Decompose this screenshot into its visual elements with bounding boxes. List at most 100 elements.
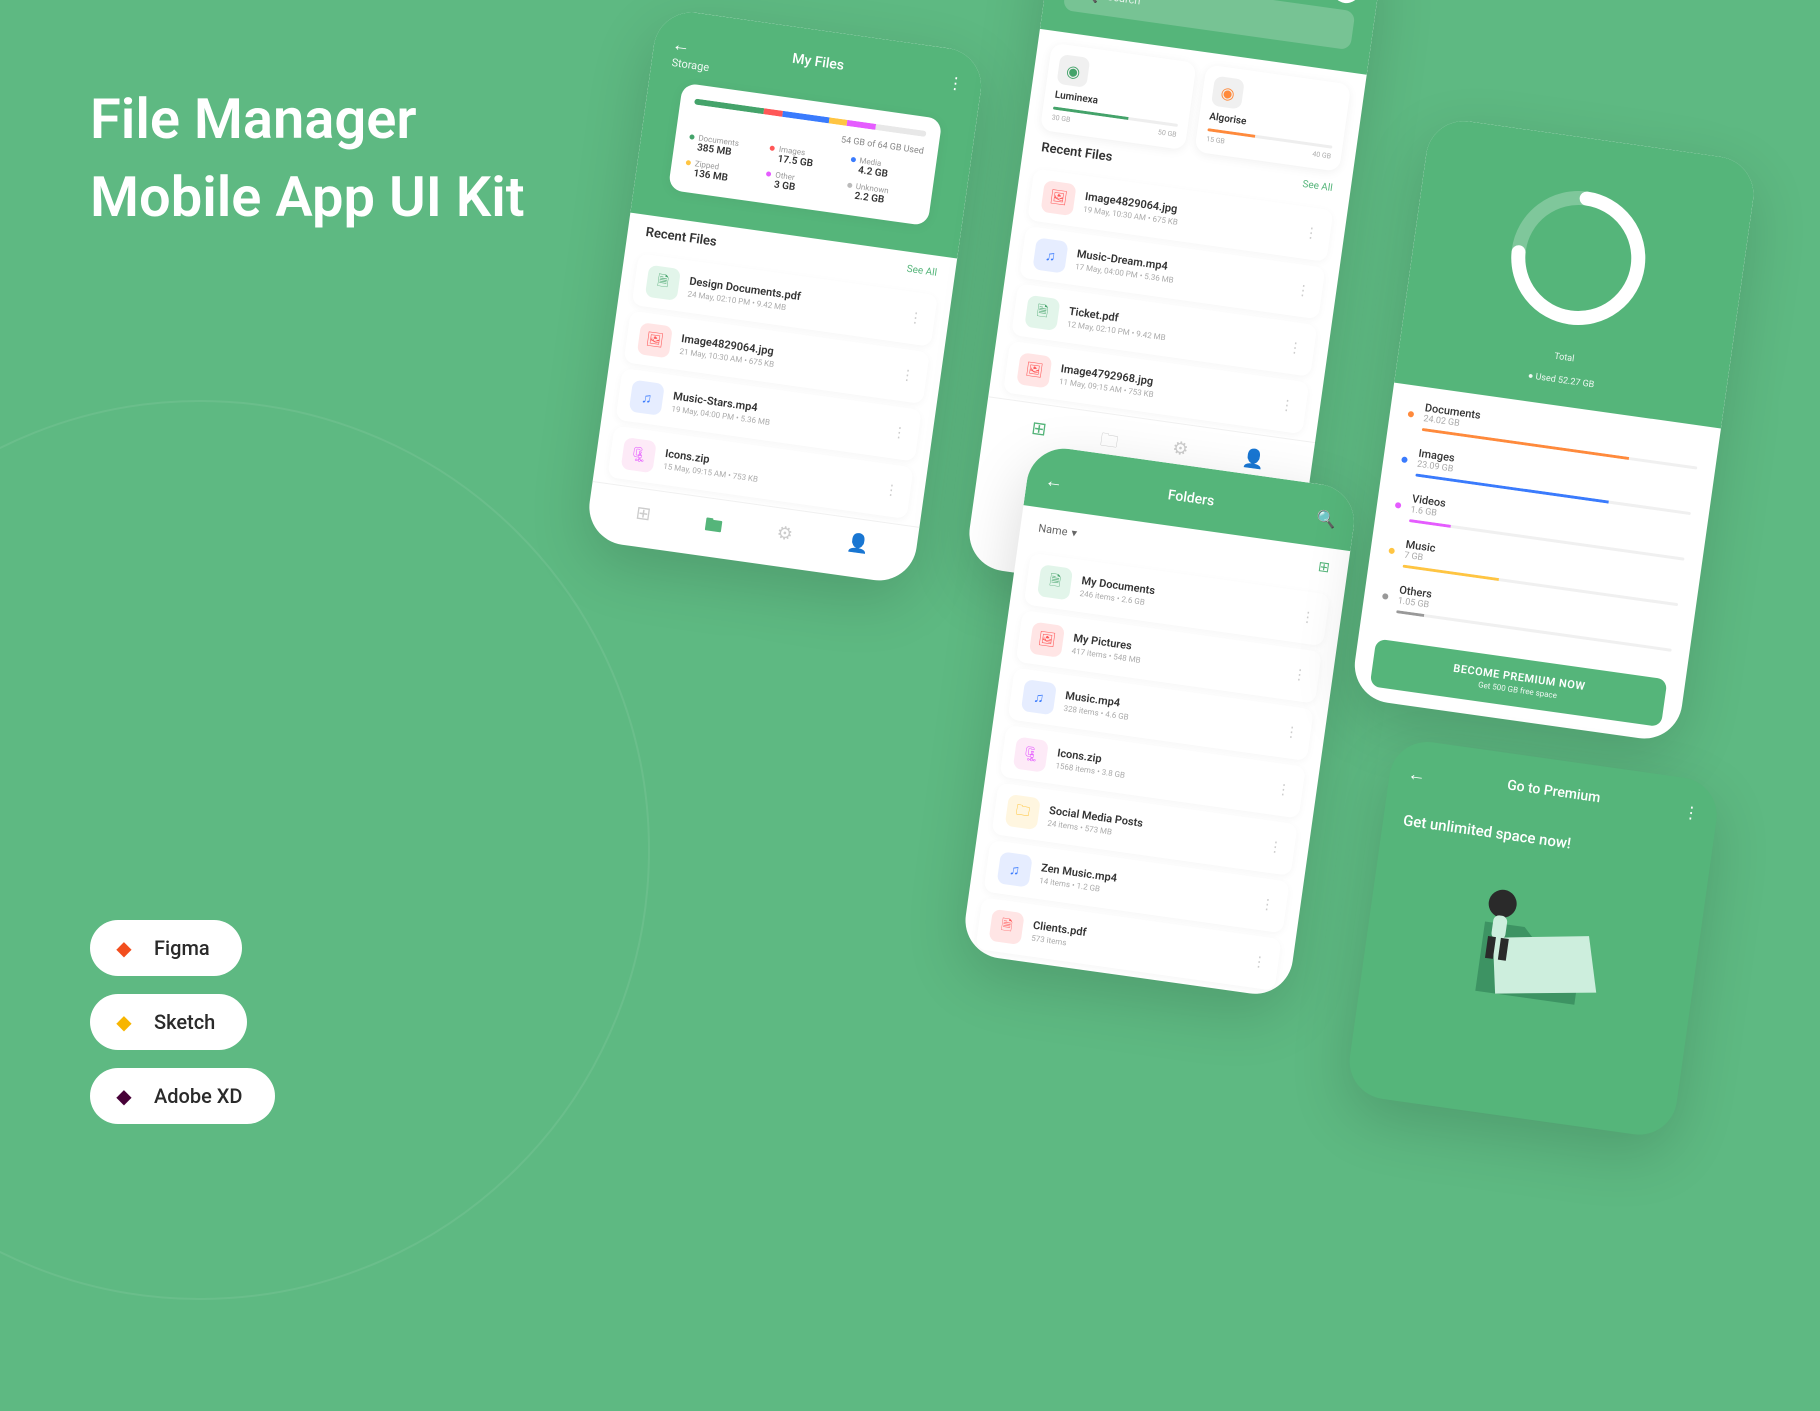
- file-info: Music-Stars.mp419 May, 04:00 PM • 5.36 M…: [671, 389, 884, 442]
- file-info: Image4792968.jpg11 May, 09:15 AM • 753 K…: [1058, 362, 1271, 415]
- promo-title: File Manager Mobile App UI Kit: [90, 80, 525, 237]
- file-info: Image4829064.jpg19 May, 10:30 AM • 675 K…: [1083, 190, 1296, 243]
- grid-view-icon[interactable]: ⊞: [1317, 559, 1331, 576]
- legend-dot: [686, 160, 692, 166]
- legend-dot: [766, 171, 772, 177]
- category-list: Documents24.02 GBImages23.09 GBVideos1.6…: [1360, 383, 1720, 669]
- search-bar[interactable]: 🔍: [1063, 0, 1356, 50]
- file-type-icon: 🖼: [1040, 180, 1076, 216]
- file-info: My Documents246 items • 2.6 GB: [1079, 574, 1292, 627]
- storage-card: 54 GB of 64 GB Used Documents385 MBImage…: [668, 83, 942, 226]
- storage-segment: [694, 98, 764, 114]
- tool-icon: ◆: [110, 934, 138, 962]
- avatar[interactable]: [1331, 0, 1363, 5]
- legend-item: Media4.2 GB: [848, 155, 921, 185]
- cloud-name: Luminexa: [1054, 90, 1180, 118]
- legend-dot: [770, 145, 776, 151]
- cloud-name: Algorise: [1209, 111, 1335, 139]
- category-dot: [1388, 547, 1395, 554]
- more-icon[interactable]: ⋮: [1682, 802, 1700, 823]
- legend-item: Documents385 MB: [687, 132, 760, 162]
- file-more-icon[interactable]: ⋮: [1295, 282, 1311, 300]
- phone-my-files: ← My Files Storage ⋮ 54 GB of 64 GB Used…: [584, 8, 986, 586]
- cloud-logo-icon: ◉: [1211, 76, 1245, 110]
- file-info: Image4829064.jpg21 May, 10:30 AM • 675 K…: [679, 332, 892, 385]
- file-more-icon[interactable]: ⋮: [1267, 839, 1283, 857]
- search-icon[interactable]: 🔍: [1315, 508, 1337, 530]
- file-more-icon[interactable]: ⋮: [1251, 954, 1267, 972]
- file-type-icon: 🖼: [637, 322, 673, 358]
- phone-premium: ← Go to Premium ⋮ Get unlimited space no…: [1345, 737, 1722, 1139]
- storage-segment: [782, 111, 829, 123]
- tool-icon: ◆: [110, 1082, 138, 1110]
- file-info: Zen Music.mp414 items • 1.2 GB: [1039, 861, 1252, 914]
- file-more-icon[interactable]: ⋮: [1303, 225, 1319, 243]
- file-info: Icons.zip1568 items • 3.8 GB: [1055, 746, 1268, 799]
- nav-grid-icon[interactable]: ⊞: [633, 502, 652, 534]
- legend-item: Images17.5 GB: [768, 143, 841, 173]
- file-more-icon[interactable]: ⋮: [1283, 724, 1299, 742]
- back-icon[interactable]: ←: [671, 34, 692, 57]
- file-type-icon: 🗀: [1005, 794, 1041, 830]
- tool-name: Figma: [154, 936, 210, 960]
- file-more-icon[interactable]: ⋮: [899, 367, 915, 385]
- file-more-icon[interactable]: ⋮: [907, 309, 923, 327]
- phone-folders: ← Folders 🔍 Name ▾ ⊞ 🗎My Documents246 it…: [961, 444, 1359, 999]
- file-type-icon: ♫: [1021, 679, 1057, 715]
- see-all-link[interactable]: See All: [906, 264, 938, 279]
- phone-storage: Total ● Used 52.27 GB Documents24.02 GBI…: [1350, 116, 1758, 743]
- title-line-2: Mobile App UI Kit: [90, 158, 525, 236]
- legend-item: Other3 GB: [764, 169, 837, 199]
- file-info: Ticket.pdf12 May, 02:10 PM • 9.42 MB: [1066, 305, 1279, 358]
- back-icon[interactable]: ←: [1406, 763, 1427, 786]
- storage-header: Total ● Used 52.27 GB: [1394, 116, 1758, 428]
- title-line-1: File Manager: [90, 80, 525, 158]
- file-type-icon: 🗎: [1037, 564, 1073, 600]
- search-input[interactable]: [1106, 0, 1340, 35]
- file-more-icon[interactable]: ⋮: [1275, 781, 1291, 799]
- sort-dropdown[interactable]: Name ▾: [1038, 521, 1078, 539]
- tool-badge: ◆Sketch: [90, 994, 247, 1050]
- file-type-icon: 🗎: [989, 909, 1025, 945]
- storage-segment: [847, 120, 876, 130]
- storage-segment: [875, 124, 927, 137]
- legend-dot: [850, 157, 856, 163]
- storage-ring: [1488, 168, 1669, 349]
- cloud-logo-icon: ◉: [1056, 54, 1090, 88]
- file-info: Music.mp4328 items • 4.6 GB: [1063, 689, 1276, 742]
- tool-icon: ◆: [110, 1008, 138, 1036]
- category-dot: [1382, 593, 1389, 600]
- file-more-icon[interactable]: ⋮: [1279, 397, 1295, 415]
- file-info: Music-Dream.mp417 May, 04:00 PM • 5.36 M…: [1075, 247, 1288, 300]
- back-icon[interactable]: ←: [1044, 470, 1065, 493]
- file-more-icon[interactable]: ⋮: [1291, 666, 1307, 684]
- file-info: Design Documents.pdf24 May, 02:10 PM • 9…: [687, 275, 900, 328]
- file-more-icon[interactable]: ⋮: [1300, 609, 1316, 627]
- folders-list: 🗎My Documents246 items • 2.6 GB⋮🖼My Pict…: [961, 551, 1343, 993]
- file-type-icon: 🖼: [1029, 622, 1065, 658]
- myfiles-list: 🗎Design Documents.pdf24 May, 02:10 PM • …: [593, 251, 951, 521]
- file-type-icon: ♫: [1032, 237, 1068, 273]
- file-info: Social Media Posts24 items • 573 MB: [1047, 804, 1260, 857]
- storage-segment: [764, 108, 783, 117]
- home-see-all[interactable]: See All: [1302, 179, 1334, 194]
- tool-badge: ◆ Figma: [90, 920, 242, 976]
- file-info: Clients.pdf573 items: [1031, 919, 1244, 972]
- nav-settings-icon[interactable]: ⚙: [774, 522, 794, 554]
- file-more-icon[interactable]: ⋮: [1287, 340, 1303, 358]
- home-recent-title: Recent Files: [1040, 140, 1113, 165]
- file-type-icon: 🗜: [621, 437, 657, 473]
- file-more-icon[interactable]: ⋮: [883, 482, 899, 500]
- storage-segment: [828, 117, 847, 126]
- nav-profile-icon[interactable]: 👤: [844, 532, 870, 565]
- legend-dot: [847, 183, 853, 189]
- more-icon[interactable]: ⋮: [946, 73, 964, 94]
- category-dot: [1408, 411, 1415, 418]
- file-more-icon[interactable]: ⋮: [1259, 896, 1275, 914]
- phone-mockups: ← My Files Storage ⋮ 54 GB of 64 GB Used…: [489, 0, 1820, 1411]
- file-more-icon[interactable]: ⋮: [891, 424, 907, 442]
- tool-badge: ◆Adobe XD: [90, 1068, 275, 1124]
- search-icon: 🔍: [1078, 0, 1100, 5]
- tool-badges: ◆ Figma ◆Sketch ◆Adobe XD: [90, 920, 275, 1124]
- nav-folder-icon[interactable]: 🖿: [702, 512, 724, 544]
